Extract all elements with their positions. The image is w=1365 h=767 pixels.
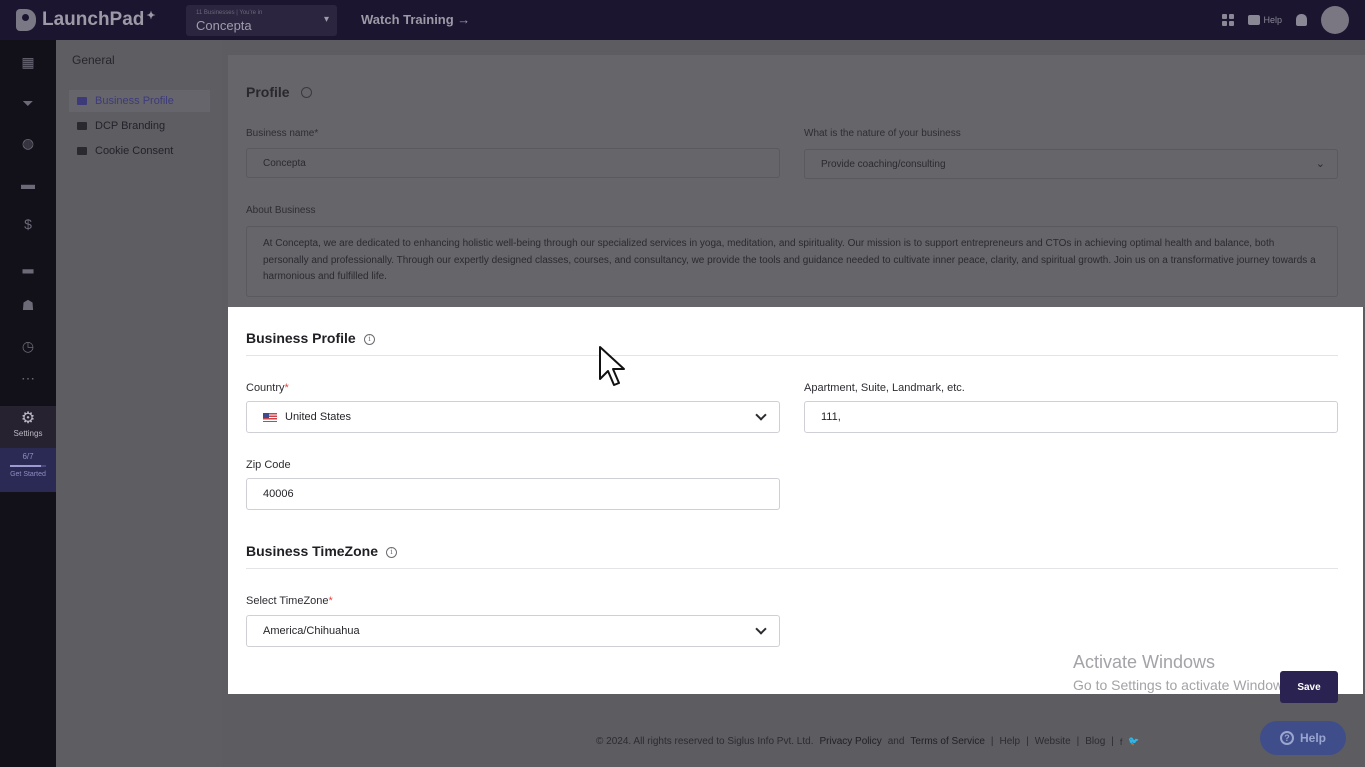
settings-subnav: General Business Profile DCP Branding Co… [56, 40, 222, 767]
logo-text: LaunchPad [42, 9, 145, 30]
subnav-item-label: DCP Branding [95, 120, 166, 132]
subnav-item-cookie-consent[interactable]: Cookie Consent [69, 140, 210, 162]
help-menu-label: Help [1263, 15, 1282, 25]
zip-code-label: Zip Code [246, 459, 291, 471]
footer-separator: | [1076, 736, 1080, 747]
twitter-icon[interactable]: 🐦 [1128, 736, 1139, 747]
footer-separator: | [1111, 736, 1114, 747]
video-icon[interactable]: ▬ [20, 176, 36, 192]
progress-fill [10, 465, 41, 467]
us-flag-icon [263, 412, 277, 422]
country-select[interactable]: United States [246, 401, 780, 433]
chevron-down-icon [755, 623, 767, 635]
get-started-label: Get Started [10, 471, 46, 478]
funnel-icon[interactable]: ⏷ [20, 95, 36, 111]
mouse-cursor-icon [599, 346, 625, 386]
watch-training-link[interactable]: Watch Training → [361, 12, 470, 27]
logo-mark-icon [16, 9, 36, 31]
chart-icon[interactable]: ▂ [20, 257, 36, 273]
user-avatar[interactable] [1321, 6, 1349, 34]
apps-grid-icon[interactable] [1222, 14, 1235, 26]
globe-icon[interactable]: ◍ [20, 135, 36, 151]
facebook-icon[interactable]: f [1120, 737, 1123, 747]
apartment-label: Apartment, Suite, Landmark, etc. [804, 382, 965, 394]
question-icon: ? [1279, 731, 1294, 745]
help-menu[interactable]: Help [1248, 15, 1282, 25]
subnav-item-dcp-branding[interactable]: DCP Branding [69, 115, 210, 137]
gear-icon: ⚙ [20, 410, 36, 427]
zip-code-field[interactable]: 40006 [246, 478, 780, 510]
about-business-textarea[interactable]: At Concepta, we are dedicated to enhanci… [246, 226, 1338, 297]
activate-windows-title: Activate Windows [1073, 652, 1216, 672]
flag-icon [77, 122, 87, 130]
activate-windows-subtitle: Go to Settings to activate Windows. [1073, 677, 1294, 693]
floating-help-button[interactable]: ? Help [1260, 721, 1346, 755]
dashboard-icon[interactable]: ▦ [20, 54, 36, 70]
apartment-field[interactable]: 111, [804, 401, 1338, 433]
chevron-down-icon: ▾ [323, 14, 329, 25]
save-button[interactable]: Save [1280, 671, 1338, 703]
timezone-value: America/Chihuahua [263, 625, 360, 637]
top-right-tools: Help [1222, 6, 1349, 34]
left-rail: ▦ ⏷ ◍ ▬ $ ▂ ☗ ◷ ⋯ ⚙ Settings 6/7 Get Sta… [0, 40, 56, 767]
floating-help-label: Help [1299, 731, 1326, 745]
country-label: Country* [246, 382, 289, 394]
timezone-select[interactable]: America/Chihuahua [246, 615, 780, 647]
timezone-label: Select TimeZone* [246, 595, 333, 607]
section-divider [246, 568, 1338, 569]
chevron-down-icon [755, 409, 767, 421]
country-value: United States [285, 411, 352, 423]
section-divider [246, 355, 1338, 356]
subnav-item-label: Business Profile [95, 95, 174, 107]
business-name: Concepta [196, 18, 252, 33]
settings-label: Settings [13, 429, 43, 438]
cookie-icon [77, 147, 87, 155]
subnav-item-business-profile[interactable]: Business Profile [69, 90, 210, 112]
footer-blog-link[interactable]: Blog [1085, 736, 1105, 747]
business-nature-label: What is the nature of your business [804, 128, 961, 139]
business-nature-select[interactable]: Provide coaching/consulting ⌄ [804, 149, 1338, 179]
info-icon[interactable]: i [364, 334, 375, 345]
chevron-down-icon: ⌄ [1315, 158, 1325, 170]
notification-bell-icon[interactable] [1296, 14, 1307, 26]
business-caption: 11 Businesses | You're in [196, 10, 263, 16]
terms-link[interactable]: Terms of Service [910, 736, 984, 747]
footer-and: and [887, 736, 905, 747]
rocket-icon: ✦ [146, 9, 156, 22]
business-nature-value: Provide coaching/consulting [821, 159, 946, 170]
about-business-label: About Business [246, 205, 316, 216]
progress-bar [10, 465, 46, 467]
launchpad-logo[interactable]: LaunchPad ✦ [16, 9, 184, 31]
business-switcher[interactable]: 11 Businesses | You're in Concepta ▾ [186, 5, 337, 36]
dollar-icon[interactable]: $ [20, 216, 36, 232]
community-icon[interactable]: ☗ [20, 297, 36, 313]
business-name-label: Business name* [246, 128, 319, 139]
privacy-policy-link[interactable]: Privacy Policy [819, 736, 881, 747]
footer-separator: | [990, 736, 994, 747]
rail-settings[interactable]: ⚙ Settings [0, 406, 56, 448]
chat-bubble-icon [1248, 15, 1261, 25]
card-icon [77, 97, 87, 105]
footer: © 2024. All rights reserved to Siglus In… [596, 736, 1140, 747]
footer-website-link[interactable]: Website [1035, 736, 1071, 747]
footer-copyright: © 2024. All rights reserved to Siglus In… [596, 736, 814, 747]
info-icon[interactable]: i [386, 547, 397, 558]
clock-icon[interactable]: ◷ [20, 338, 36, 354]
business-name-field[interactable]: Concepta [246, 148, 780, 178]
footer-help-link[interactable]: Help [1000, 736, 1021, 747]
info-icon[interactable] [301, 87, 312, 98]
business-profile-title: Business Profile [246, 330, 356, 346]
progress-fraction: 6/7 [22, 452, 34, 461]
profile-title: Profile [246, 84, 290, 100]
subnav-item-label: Cookie Consent [95, 145, 174, 157]
footer-separator: | [1026, 736, 1029, 747]
top-bar: LaunchPad ✦ 11 Businesses | You're in Co… [0, 0, 1365, 40]
business-timezone-title: Business TimeZone [246, 543, 379, 559]
more-icon[interactable]: ⋯ [20, 370, 36, 386]
subnav-heading: General [72, 53, 115, 67]
onboarding-progress[interactable]: 6/7 Get Started [0, 448, 56, 492]
